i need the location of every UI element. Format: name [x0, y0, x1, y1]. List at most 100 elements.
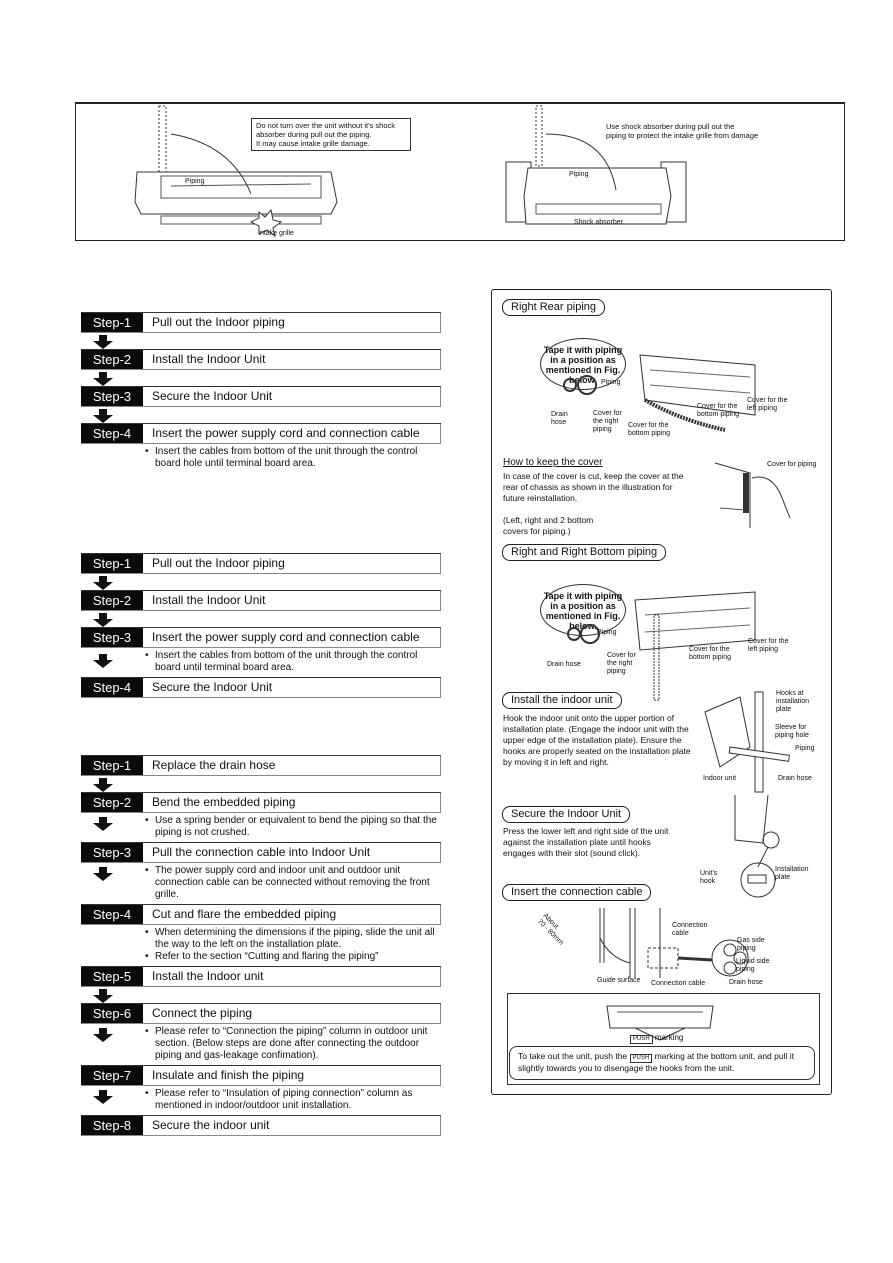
step-gap: [81, 776, 441, 792]
step-gap: When determining the dimensions if the p…: [81, 925, 441, 966]
step-note: Insert the cables from bottom of the uni…: [143, 446, 441, 470]
down-arrow-icon: [93, 1028, 113, 1042]
step-gap: [81, 611, 441, 627]
marking-text: marking: [654, 1033, 684, 1042]
down-arrow-icon: [93, 654, 113, 668]
label-connection-cable: Connection cable: [672, 922, 708, 937]
down-arrow-icon: [93, 613, 113, 627]
step-text: Secure the Indoor Unit: [143, 678, 441, 697]
flow-right-rear-piping: Step-1 Pull out the Indoor piping Step-2 I…: [81, 312, 441, 473]
step-notes: The power supply cord and indoor unit an…: [81, 863, 441, 904]
label-piping-left: Piping: [185, 178, 205, 185]
note-line: absorber during pull out the piping.: [256, 130, 372, 139]
section-title-secure-unit: Secure the Indoor Unit: [502, 806, 631, 823]
step-note: Use a spring bender or equivalent to ben…: [143, 815, 441, 839]
step-tag: Step-2: [81, 793, 143, 812]
top-figure-box: Piping Intake grille Do not turn over th…: [75, 102, 845, 241]
step-row: Step-2 Bend the embedded piping: [81, 792, 441, 813]
label-drain-hose: Drain hose: [547, 661, 581, 668]
step-tag: Step-4: [81, 678, 143, 697]
step-text: Pull out the Indoor piping: [143, 313, 441, 332]
label-indoor-unit: Indoor unit: [703, 775, 737, 782]
step-gap: Use a spring bender or equivalent to ben…: [81, 813, 441, 842]
step-tag: Step-5: [81, 967, 143, 986]
step-text: Insert the power supply cord and connect…: [143, 424, 441, 443]
keep-cover-note: (Left, right and 2 bottom covers for pip…: [503, 515, 594, 536]
step-row: Step-1 Pull out the Indoor piping: [81, 553, 441, 574]
push-instruction-note: To take out the unit, push the PUSH mark…: [509, 1046, 815, 1080]
section-title-right-rear: Right Rear piping: [502, 299, 605, 316]
label-drain-hose: Drain hose: [729, 979, 763, 986]
push-tag: PUSH: [629, 1054, 653, 1063]
step-note: The power supply cord and indoor unit an…: [143, 865, 441, 901]
push-tag: PUSH: [630, 1035, 653, 1044]
step-text: Cut and flare the embedded piping: [143, 905, 441, 924]
step-notes: When determining the dimensions if the p…: [81, 925, 441, 966]
step-note: When determining the dimensions if the p…: [143, 927, 441, 951]
label-piping: Piping: [597, 629, 617, 636]
down-arrow-icon: [93, 817, 113, 831]
label-intake-grille: Intake grille: [258, 230, 294, 237]
step-notes: Please refer to “Connection the piping” …: [81, 1024, 441, 1065]
step-text: Secure the indoor unit: [143, 1116, 441, 1135]
note-line: piping to protect the intake grille from…: [606, 131, 759, 140]
step-tag: Step-1: [81, 554, 143, 573]
step-notes: Insert the cables from bottom of the uni…: [81, 648, 441, 677]
step-gap: [81, 987, 441, 1003]
step-tag: Step-1: [81, 756, 143, 775]
step-row: Step-3 Secure the Indoor Unit: [81, 386, 441, 407]
section-title-install-unit: Install the indoor unit: [502, 692, 622, 709]
right-bottom-piping-illustration: [567, 591, 756, 701]
label-cover-right: Cover for the right piping: [607, 652, 636, 675]
label-connection-cable-bottom: Connection cable: [651, 980, 706, 987]
step-row: Step-2 Install the Indoor Unit: [81, 349, 441, 370]
step-tag: Step-1: [81, 313, 143, 332]
step-text: Pull the connection cable into Indoor Un…: [143, 843, 441, 862]
label-guide-surface: Guide surface: [597, 977, 641, 984]
step-note: Refer to the section “Cutting and flarin…: [143, 951, 441, 963]
down-arrow-icon: [93, 576, 113, 590]
step-text: Pull out the Indoor piping: [143, 554, 441, 573]
step-text: Bend the embedded piping: [143, 793, 441, 812]
step-text: Connect the piping: [143, 1004, 441, 1023]
note-text-before: To take out the unit, push the: [518, 1051, 628, 1061]
step-tag: Step-4: [81, 424, 143, 443]
step-notes: Insert the cables from bottom of the uni…: [81, 444, 441, 473]
down-arrow-icon: [93, 778, 113, 792]
step-row: Step-5 Install the Indoor unit: [81, 966, 441, 987]
flow-right-bottom-piping: Step-1 Pull out the Indoor piping Step-2 I…: [81, 553, 441, 698]
step-tag: Step-7: [81, 1066, 143, 1085]
step-gap: [81, 574, 441, 590]
label-piping-right: Piping: [569, 171, 589, 178]
step-row: Step-4 Secure the Indoor Unit: [81, 677, 441, 698]
label-hooks: Hooks at installation plate: [776, 690, 810, 713]
secure-unit-text: Press the lower left and right side of t…: [503, 826, 669, 858]
step-text: Insert the power supply cord and connect…: [143, 628, 441, 647]
down-arrow-icon: [93, 1090, 113, 1104]
label-cover-bottom-1: Cover for the bottom piping: [628, 422, 671, 437]
info-note-right: Use shock absorber during pull out the p…: [606, 122, 796, 140]
step-gap: Please refer to “Connection the piping” …: [81, 1024, 441, 1065]
step-row: Step-2 Install the Indoor Unit: [81, 590, 441, 611]
install-unit-text: Hook the indoor unit onto the upper port…: [503, 713, 691, 767]
label-cover-for-piping: Cover for piping: [767, 461, 817, 468]
step-row: Step-3 Pull the connection cable into Ind…: [81, 842, 441, 863]
down-arrow-icon: [93, 867, 113, 881]
step-tag: Step-3: [81, 843, 143, 862]
step-tag: Step-3: [81, 387, 143, 406]
step-note: Please refer to “Insulation of piping co…: [143, 1088, 441, 1112]
step-text: Install the Indoor Unit: [143, 350, 441, 369]
step-row: Step-8 Secure the indoor unit: [81, 1115, 441, 1136]
step-row: Step-4 Cut and flare the embedded piping: [81, 904, 441, 925]
step-notes: Use a spring bender or equivalent to ben…: [81, 813, 441, 842]
step-gap: Please refer to “Insulation of piping co…: [81, 1086, 441, 1115]
label-cover-bottom: Cover for the bottom piping: [689, 646, 732, 661]
label-liquid-side-piping: Liquid side piping: [736, 958, 770, 973]
step-text: Secure the Indoor Unit: [143, 387, 441, 406]
step-text: Install the Indoor unit: [143, 967, 441, 986]
note-line: It may cause intake grille damage.: [256, 139, 370, 148]
section-title-right-bottom: Right and Right Bottom piping: [502, 544, 667, 561]
step-text: Install the Indoor Unit: [143, 591, 441, 610]
step-tag: Step-6: [81, 1004, 143, 1023]
step-row: Step-3 Insert the power supply cord and c…: [81, 627, 441, 648]
